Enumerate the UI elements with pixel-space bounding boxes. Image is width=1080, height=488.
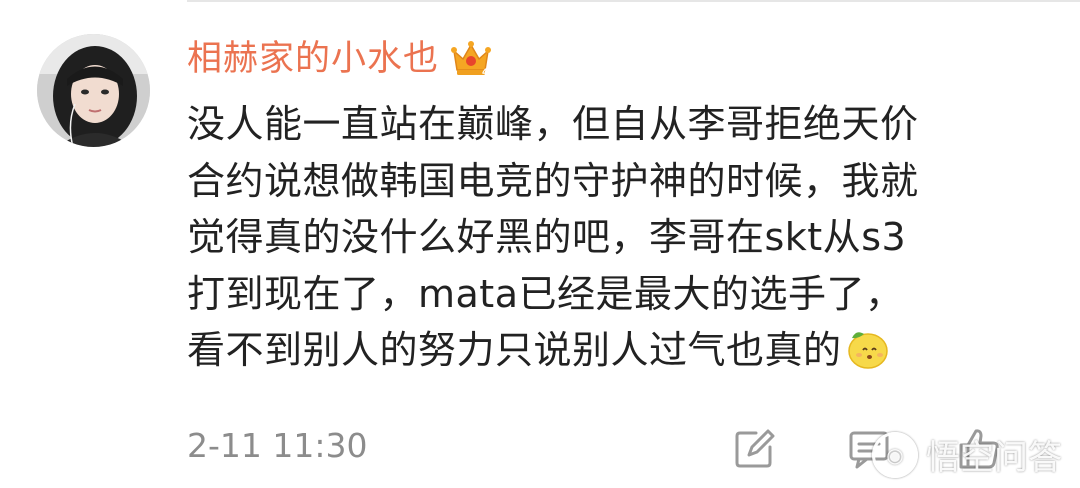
crown-icon: 4 (449, 37, 493, 81)
comment-line: 觉得真的没什么好黑的吧，李哥在skt从s3 (187, 215, 907, 259)
username[interactable]: 相赫家的小水也 (187, 41, 439, 77)
lemon-face-emoji-icon (844, 325, 890, 371)
watermark-logo-icon: ◉ (872, 431, 918, 478)
comment-line-last: 看不到别人的努力只说别人过气也真的 (187, 322, 1057, 379)
comment-line: 合约说想做韩国电竞的守护神的时候，我就 (187, 158, 919, 203)
edit-icon[interactable] (732, 427, 776, 471)
comment-line-text: 看不到别人的努力只说别人过气也真的 (187, 328, 842, 372)
avatar-image (37, 34, 150, 147)
username-row: 相赫家的小水也 4 (187, 34, 493, 84)
top-divider (187, 0, 1080, 2)
watermark-text: 悟空问答 (926, 438, 1062, 478)
watermark: ◉ 悟空问答 (872, 430, 1062, 479)
avatar[interactable] (37, 34, 150, 147)
comment-line: 打到现在了，mata已经是最大的选手了， (187, 271, 904, 316)
comment-line: 没人能一直站在巅峰，但自从李哥拒绝天价 (187, 102, 919, 146)
timestamp: 2-11 11:30 (187, 426, 368, 465)
comment-text: 没人能一直站在巅峰，但自从李哥拒绝天价 合约说想做韩国电竞的守护神的时候，我就 … (187, 96, 1057, 379)
svg-text:4: 4 (482, 68, 488, 78)
